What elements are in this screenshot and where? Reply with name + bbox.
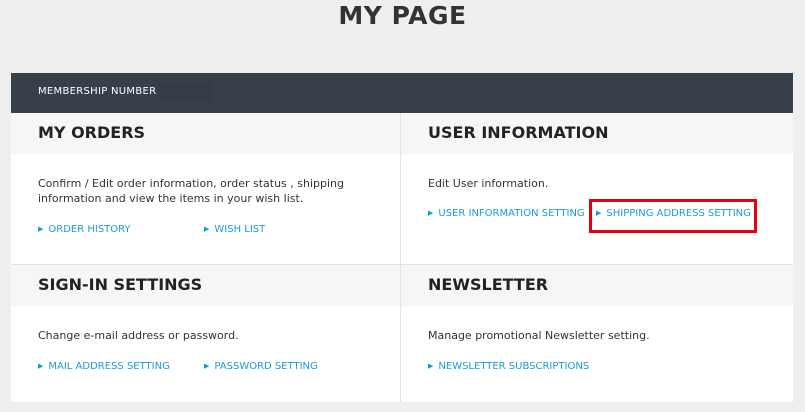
- panel-divider-vertical: [400, 113, 401, 402]
- newsletter-header: NEWSLETTER: [401, 265, 793, 306]
- mail-address-setting-label: MAIL ADDRESS SETTING: [48, 361, 170, 372]
- user-information-setting-link[interactable]: ▶ USER INFORMATION SETTING: [428, 208, 585, 219]
- arrow-right-icon: ▶: [428, 362, 434, 370]
- page-title: MY PAGE: [338, 1, 467, 30]
- mail-address-setting-link[interactable]: ▶ MAIL ADDRESS SETTING: [38, 361, 170, 372]
- arrow-right-icon: ▶: [38, 362, 44, 370]
- membership-number-label: MEMBERSHIP NUMBER :: [38, 86, 164, 97]
- my-orders-panel: MY ORDERS Confirm / Edit order informati…: [11, 113, 400, 264]
- my-orders-title: MY ORDERS: [38, 123, 146, 142]
- password-setting-label: PASSWORD SETTING: [214, 361, 318, 372]
- arrow-right-icon: ▶: [38, 225, 44, 233]
- user-information-setting-label: USER INFORMATION SETTING: [438, 208, 585, 219]
- order-history-link[interactable]: ▶ ORDER HISTORY: [38, 224, 131, 235]
- membership-bar: MEMBERSHIP NUMBER :: [11, 73, 793, 113]
- highlight-box: [589, 199, 757, 233]
- newsletter-description: Manage promotional Newsletter setting.: [428, 329, 650, 342]
- sign-in-settings-header: SIGN-IN SETTINGS: [11, 265, 400, 306]
- wish-list-link[interactable]: ▶ WISH LIST: [204, 224, 265, 235]
- sign-in-settings-title: SIGN-IN SETTINGS: [38, 275, 203, 294]
- arrow-right-icon: ▶: [428, 209, 434, 217]
- sign-in-settings-description: Change e-mail address or password.: [38, 329, 239, 342]
- panel-divider-horizontal: [11, 264, 793, 265]
- arrow-right-icon: ▶: [204, 362, 210, 370]
- my-orders-description: Confirm / Edit order information, order …: [38, 177, 345, 205]
- newsletter-title: NEWSLETTER: [428, 275, 549, 294]
- user-information-panel: USER INFORMATION Edit User information. …: [401, 113, 793, 264]
- password-setting-link[interactable]: ▶ PASSWORD SETTING: [204, 361, 318, 372]
- newsletter-subscriptions-link[interactable]: ▶ NEWSLETTER SUBSCRIPTIONS: [428, 361, 589, 372]
- membership-number-value: [158, 83, 212, 101]
- wish-list-label: WISH LIST: [214, 224, 266, 235]
- order-history-label: ORDER HISTORY: [48, 224, 131, 235]
- newsletter-panel: NEWSLETTER Manage promotional Newsletter…: [401, 265, 793, 402]
- my-orders-header: MY ORDERS: [11, 113, 400, 154]
- newsletter-subscriptions-label: NEWSLETTER SUBSCRIPTIONS: [438, 361, 590, 372]
- user-information-description: Edit User information.: [428, 177, 549, 190]
- user-information-header: USER INFORMATION: [401, 113, 793, 154]
- user-information-title: USER INFORMATION: [428, 123, 609, 142]
- arrow-right-icon: ▶: [204, 225, 210, 233]
- sign-in-settings-panel: SIGN-IN SETTINGS Change e-mail address o…: [11, 265, 400, 402]
